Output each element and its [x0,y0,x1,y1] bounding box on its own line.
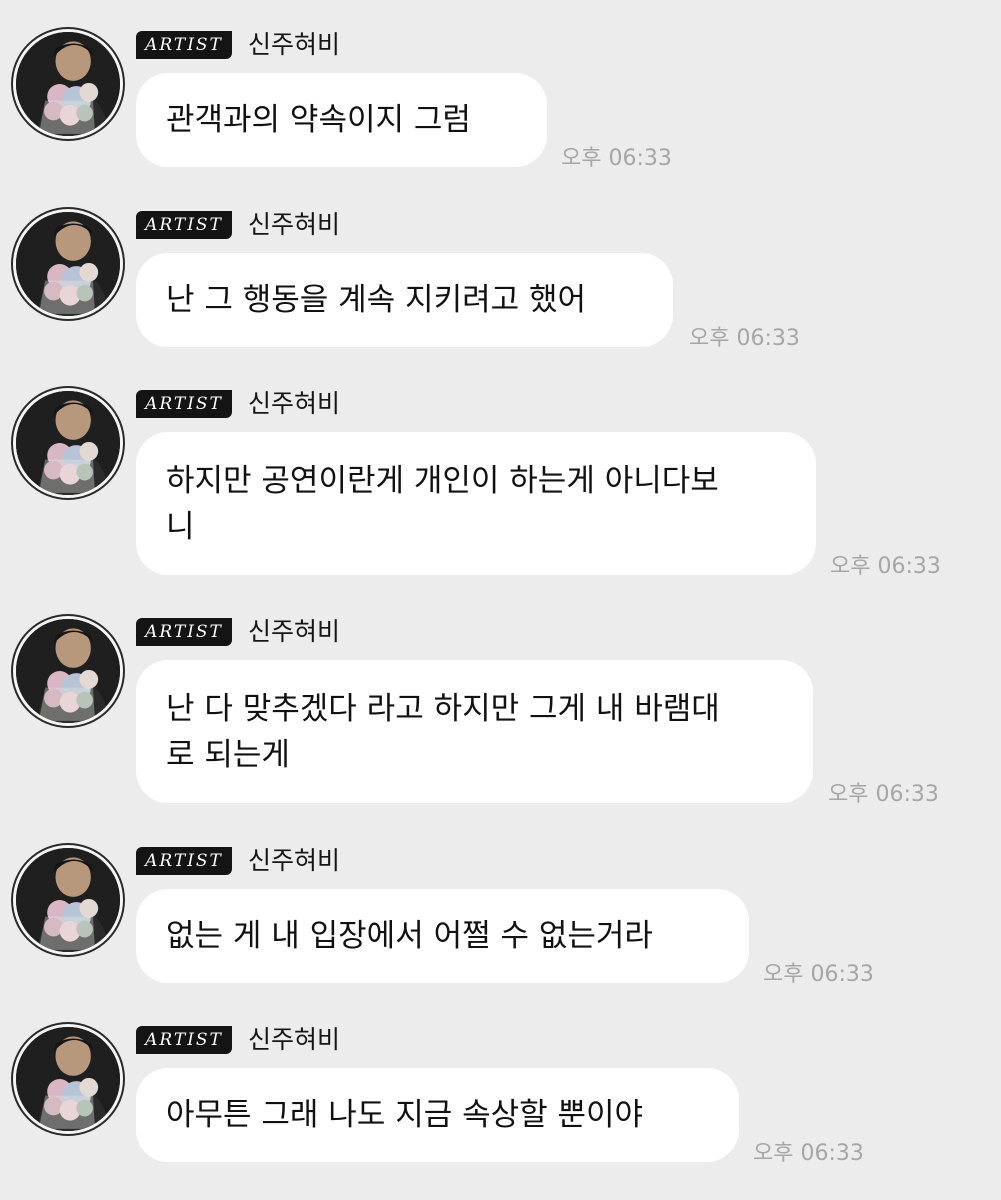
chat-message: ARTIST 신주혀비 하지만 공연이란게 개인이 하는게 아니다보 니 오후 … [0,359,1001,589]
profile-avatar[interactable] [13,388,123,498]
artist-badge: ARTIST [136,618,232,646]
sender-row: ARTIST 신주혀비 [136,844,340,878]
avatar-photo [16,1027,120,1131]
sender-row: ARTIST 신주혀비 [136,1023,340,1057]
chat-message: ARTIST 신주혀비 난 그 행동을 계속 지키려고 했어 오후 06:33 [0,180,1001,360]
message-timestamp: 오후 06:33 [830,554,941,579]
chat-message: ARTIST 신주혀비 아무튼 그래 나도 지금 속상할 뿐이야 오후 06:3… [0,995,1001,1175]
profile-avatar[interactable] [13,616,123,726]
artist-badge: ARTIST [136,1026,232,1054]
message-timestamp: 오후 06:33 [828,782,939,807]
avatar-photo [16,391,120,495]
profile-avatar[interactable] [13,1024,123,1134]
sender-row: ARTIST 신주혀비 [136,615,340,649]
avatar-photo [16,32,120,136]
message-bubble[interactable]: 없는 게 내 입장에서 어쩔 수 없는거라 [136,889,749,983]
message-timestamp: 오후 06:33 [763,962,874,987]
profile-avatar[interactable] [13,845,123,955]
sender-row: ARTIST 신주혀비 [136,387,340,421]
sender-name[interactable]: 신주혀비 [248,387,340,421]
artist-badge: ARTIST [136,390,232,418]
profile-avatar[interactable] [13,209,123,319]
sender-name[interactable]: 신주혀비 [248,28,340,62]
avatar-photo [16,212,120,316]
artist-badge: ARTIST [136,211,232,239]
sender-name[interactable]: 신주혀비 [248,615,340,649]
message-timestamp: 오후 06:33 [689,326,800,351]
message-bubble[interactable]: 관객과의 약속이지 그럼 [136,73,547,167]
artist-badge: ARTIST [136,847,232,875]
artist-badge: ARTIST [136,31,232,59]
message-bubble[interactable]: 하지만 공연이란게 개인이 하는게 아니다보 니 [136,432,816,575]
sender-row: ARTIST 신주혀비 [136,28,340,62]
message-bubble[interactable]: 아무튼 그래 나도 지금 속상할 뿐이야 [136,1068,739,1162]
sender-name[interactable]: 신주혀비 [248,208,340,242]
chat-message: ARTIST 신주혀비 난 다 맞추겠다 라고 하지만 그게 내 바램대 로 되… [0,587,1001,817]
message-timestamp: 오후 06:33 [561,146,672,171]
message-bubble[interactable]: 난 그 행동을 계속 지키려고 했어 [136,253,673,347]
chat-message-list: ARTIST 신주혀비 관객과의 약속이지 그럼 오후 06:33 ARTIST… [0,0,1001,1200]
chat-message: ARTIST 신주혀비 없는 게 내 입장에서 어쩔 수 없는거라 오후 06:… [0,816,1001,996]
profile-avatar[interactable] [13,29,123,139]
message-bubble[interactable]: 난 다 맞추겠다 라고 하지만 그게 내 바램대 로 되는게 [136,660,813,803]
avatar-photo [16,619,120,723]
avatar-photo [16,848,120,952]
sender-name[interactable]: 신주혀비 [248,1023,340,1057]
sender-row: ARTIST 신주혀비 [136,208,340,242]
chat-message: ARTIST 신주혀비 관객과의 약속이지 그럼 오후 06:33 [0,0,1001,180]
sender-name[interactable]: 신주혀비 [248,844,340,878]
message-timestamp: 오후 06:33 [753,1141,864,1166]
